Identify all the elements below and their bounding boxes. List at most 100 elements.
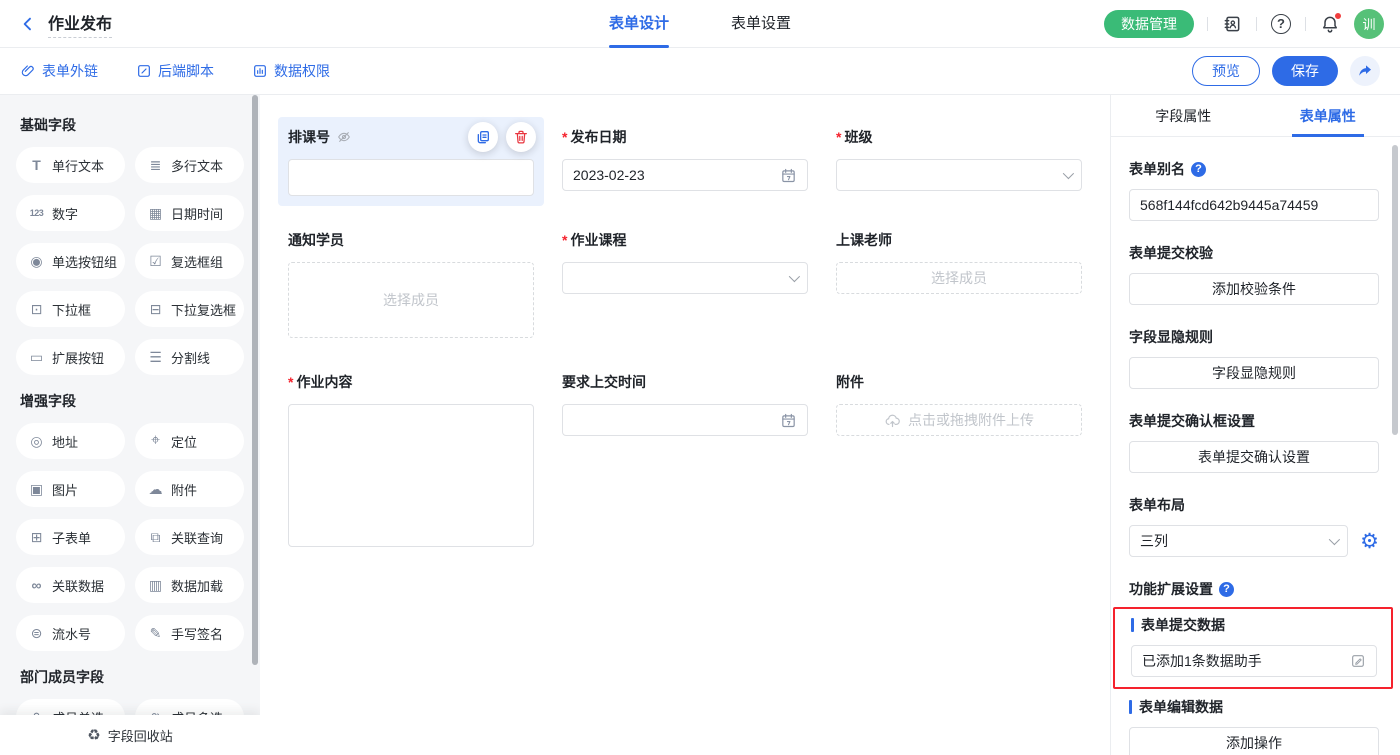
data-permission-button[interactable]: 数据权限	[252, 61, 330, 81]
layout-select[interactable]: 三列	[1129, 525, 1348, 557]
form-toolbar: 表单外链 后端脚本 数据权限 预览 保存	[0, 48, 1400, 95]
data-load-icon	[147, 577, 164, 594]
link-icon	[20, 63, 36, 79]
save-button[interactable]: 保存	[1272, 56, 1338, 86]
panel-scrollbar[interactable]	[1392, 145, 1398, 435]
textarea-input[interactable]	[288, 404, 534, 547]
data-manage-button[interactable]: 数据管理	[1104, 10, 1194, 38]
tab-form-properties[interactable]: 表单属性	[1256, 95, 1400, 136]
help-icon[interactable]: ?	[1270, 13, 1292, 35]
field-library-sidebar: 基础字段 单行文本 多行文本 数字 日期时间 单选按钮组 复选框组 下拉框 下拉…	[0, 95, 260, 755]
text-input[interactable]	[288, 159, 534, 196]
field-pill-subform[interactable]: 子表单	[16, 519, 125, 555]
field-label: 要求上交时间	[562, 372, 646, 392]
select-input[interactable]	[836, 159, 1082, 191]
help-icon[interactable]: ?	[1191, 162, 1206, 177]
sidebar-scrollbar[interactable]	[252, 95, 258, 665]
tab-form-design[interactable]: 表单设计	[609, 0, 669, 48]
field-block-due-time[interactable]: 要求上交时间	[552, 362, 818, 446]
copy-icon	[475, 129, 491, 145]
field-pill-radio-group[interactable]: 单选按钮组	[16, 243, 125, 279]
edit-data-label: 表单编辑数据	[1129, 697, 1379, 717]
copy-field-button[interactable]	[468, 122, 498, 152]
delete-field-button[interactable]	[506, 122, 536, 152]
highlight-box: 表单提交数据 已添加1条数据助手	[1113, 607, 1393, 689]
upload-dropzone[interactable]: 点击或拖拽附件上传	[836, 404, 1082, 436]
field-block-teacher[interactable]: 上课老师 选择成员	[826, 220, 1092, 304]
visibility-rules-button[interactable]: 字段显隐规则	[1129, 357, 1379, 389]
member-picker[interactable]: 选择成员	[288, 262, 534, 338]
notification-dot	[1334, 12, 1342, 20]
field-pill-signature[interactable]: 手写签名	[135, 615, 244, 651]
help-icon[interactable]: ?	[1219, 582, 1234, 597]
address-book-icon[interactable]	[1221, 13, 1243, 35]
field-pill-location[interactable]: 定位	[135, 423, 244, 459]
field-pill-attachment[interactable]: 附件	[135, 471, 244, 507]
external-link-button[interactable]: 表单外链	[20, 61, 98, 81]
required-mark: *	[288, 374, 293, 390]
tab-field-properties[interactable]: 字段属性	[1111, 95, 1256, 136]
form-title[interactable]: 作业发布	[48, 10, 112, 38]
toolbar-actions: 预览 保存	[1192, 56, 1380, 86]
field-label: 排课号	[288, 127, 330, 147]
number-icon	[28, 208, 45, 218]
share-button[interactable]	[1350, 56, 1380, 86]
field-pill-checkbox-group[interactable]: 复选框组	[135, 243, 244, 279]
backend-script-button[interactable]: 后端脚本	[136, 61, 214, 81]
eye-off-icon	[336, 129, 352, 145]
extension-button-icon	[28, 349, 45, 366]
property-tabs: 字段属性 表单属性	[1111, 95, 1400, 137]
checkbox-group-icon	[147, 253, 164, 270]
field-pill-image[interactable]: 图片	[16, 471, 125, 507]
submit-data-input[interactable]: 已添加1条数据助手	[1131, 645, 1377, 677]
divider	[1256, 17, 1257, 31]
add-operation-button[interactable]: 添加操作	[1129, 727, 1379, 755]
submit-confirm-label: 表单提交确认框设置	[1129, 411, 1379, 431]
field-block-paikehao[interactable]: 排课号	[278, 117, 544, 206]
image-icon	[28, 481, 45, 498]
field-pill-extension-button[interactable]: 扩展按钮	[16, 339, 125, 375]
field-pill-datetime[interactable]: 日期时间	[135, 195, 244, 231]
field-label: 作业课程	[570, 230, 626, 250]
field-pill-related-query[interactable]: 关联查询	[135, 519, 244, 555]
field-pill-address[interactable]: 地址	[16, 423, 125, 459]
chevron-down-icon	[1063, 168, 1074, 179]
field-block-homework-content[interactable]: *作业内容	[278, 362, 544, 557]
field-block-attachment[interactable]: 附件 点击或拖拽附件上传	[826, 362, 1092, 446]
gear-icon[interactable]: ⚙	[1360, 531, 1379, 552]
edit-icon[interactable]	[1350, 653, 1366, 669]
field-block-notify-students[interactable]: 通知学员 选择成员	[278, 220, 544, 348]
field-pill-data-load[interactable]: 数据加载	[135, 567, 244, 603]
date-input[interactable]	[562, 404, 808, 436]
field-recycle-bin[interactable]: ♻字段回收站	[0, 715, 260, 755]
member-picker[interactable]: 选择成员	[836, 262, 1082, 294]
field-label: 班级	[844, 127, 872, 147]
date-input[interactable]: 2023-02-23	[562, 159, 808, 191]
notification-bell-icon[interactable]	[1319, 13, 1341, 35]
attachment-icon	[147, 481, 164, 498]
form-alias-input[interactable]: 568f144fcd642b9445a74459	[1129, 189, 1379, 221]
divider-icon	[147, 349, 164, 366]
field-block-class[interactable]: *班级	[826, 117, 1092, 201]
field-pill-select[interactable]: 下拉框	[16, 291, 125, 327]
extension-settings-label: 功能扩展设置?	[1129, 579, 1379, 599]
field-pill-related-data[interactable]: 关联数据	[16, 567, 125, 603]
back-button[interactable]	[16, 12, 40, 36]
select-input[interactable]	[562, 262, 808, 294]
field-pill-multi-line-text[interactable]: 多行文本	[135, 147, 244, 183]
required-mark: *	[562, 232, 567, 248]
add-validation-button[interactable]: 添加校验条件	[1129, 273, 1379, 305]
field-pill-serial-number[interactable]: 流水号	[16, 615, 125, 651]
submit-confirm-button[interactable]: 表单提交确认设置	[1129, 441, 1379, 473]
tab-form-settings[interactable]: 表单设置	[731, 0, 791, 48]
field-pill-divider[interactable]: 分割线	[135, 339, 244, 375]
field-pill-multi-select[interactable]: 下拉复选框	[135, 291, 244, 327]
field-pill-number[interactable]: 数字	[16, 195, 125, 231]
preview-button[interactable]: 预览	[1192, 56, 1260, 86]
address-icon	[28, 433, 45, 450]
field-pill-single-line-text[interactable]: 单行文本	[16, 147, 125, 183]
signature-icon	[147, 625, 164, 642]
field-block-course[interactable]: *作业课程	[552, 220, 818, 304]
avatar[interactable]: 训	[1354, 9, 1384, 39]
field-block-publish-date[interactable]: *发布日期 2023-02-23	[552, 117, 818, 201]
